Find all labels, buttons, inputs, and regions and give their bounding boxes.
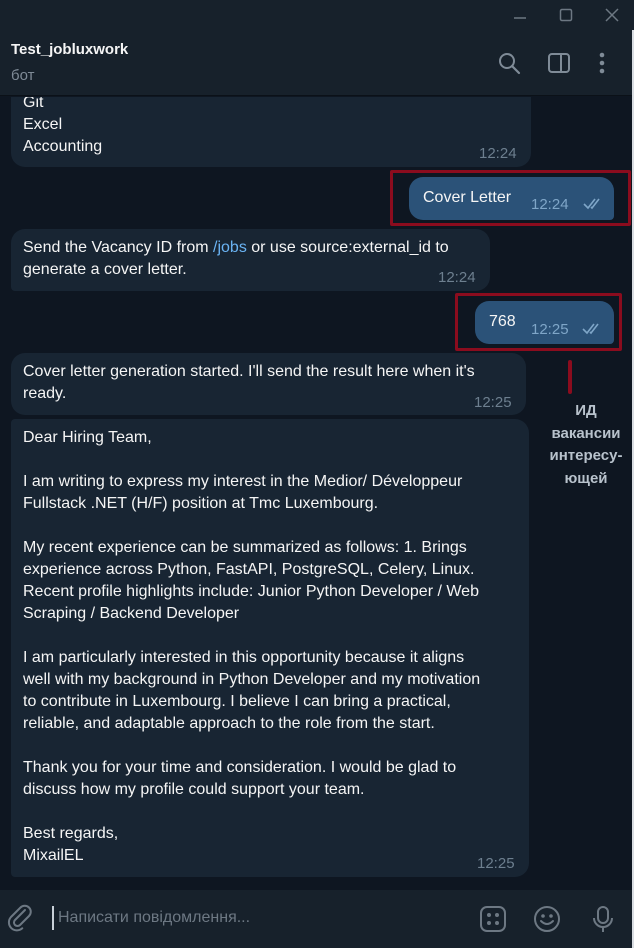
search-button[interactable] (496, 50, 524, 78)
message-time: 12:24 (479, 145, 517, 162)
search-icon (499, 53, 521, 75)
close-icon (605, 8, 619, 22)
emoji-icon (534, 906, 560, 932)
sidebar-toggle-icon (548, 53, 570, 73)
maximize-button[interactable] (544, 0, 588, 30)
annotation-box-vacancy-id (455, 293, 622, 351)
message-input[interactable] (52, 906, 452, 930)
message-skills[interactable]: Git Excel Accounting 12:24 (11, 97, 531, 167)
jobs-link[interactable]: /jobs (213, 239, 247, 256)
message-list[interactable]: Git Excel Accounting 12:24 Cover Letter … (0, 97, 634, 889)
message-composer (0, 890, 634, 948)
chat-title[interactable]: Test_jobluxwork (11, 41, 128, 58)
chat-header[interactable]: Test_jobluxwork бот (0, 30, 634, 96)
more-vert-icon (599, 52, 605, 74)
message-text: Accounting (23, 138, 103, 155)
annotation-box-cover-letter (390, 170, 631, 226)
chat-subtitle: бот (11, 67, 35, 84)
close-button[interactable] (590, 0, 634, 30)
annotation-pointer (568, 360, 572, 394)
attach-icon (7, 904, 32, 932)
window-titlebar (0, 0, 634, 30)
message-send-vacancy[interactable]: Send the Vacancy ID from /jobs or use so… (11, 229, 490, 291)
message-generation-started[interactable]: Cover letter generation started. I'll se… (11, 353, 526, 415)
sidebar-toggle-button[interactable] (546, 50, 574, 78)
emoji-button[interactable] (532, 904, 562, 934)
minimize-icon (514, 17, 526, 19)
bot-menu-button[interactable] (478, 904, 508, 934)
bot-menu-icon (480, 906, 506, 932)
message-text: Excel (23, 116, 63, 133)
minimize-button[interactable] (498, 0, 542, 30)
message-time: 12:24 (438, 269, 476, 286)
message-time: 12:25 (474, 394, 512, 411)
message-text: Cover letter generation started. I'll se… (23, 363, 475, 402)
voice-button[interactable] (588, 904, 618, 934)
mic-icon (593, 906, 613, 932)
message-text: Send the Vacancy ID from /jobs or use so… (23, 237, 478, 281)
message-text-part: Send the Vacancy ID from (23, 239, 214, 256)
annotation-text: ИД вакансии интересу- ющей (549, 402, 623, 487)
message-time: 12:25 (477, 855, 515, 872)
message-cover-letter-text[interactable]: Dear Hiring Team, I am writing to expres… (11, 419, 529, 877)
message-text: Git (23, 97, 44, 111)
maximize-icon (559, 8, 573, 22)
message-text: Dear Hiring Team, I am writing to expres… (23, 429, 481, 864)
attach-button[interactable] (5, 904, 35, 934)
more-options-button[interactable] (590, 50, 618, 78)
